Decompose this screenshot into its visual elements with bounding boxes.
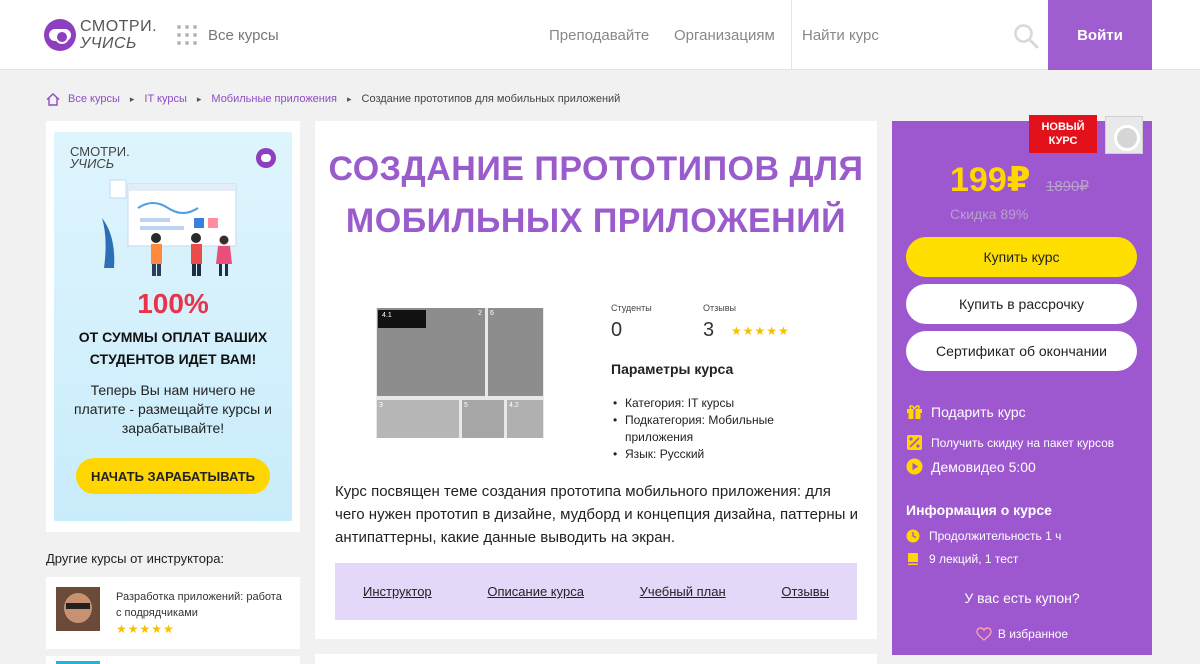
breadcrumb-current: Создание прототипов для мобильных прилож… (361, 93, 621, 105)
search-input[interactable]: Найти курс (802, 27, 879, 44)
promo-percent: 100% (137, 288, 209, 319)
course-tabs: Инструктор Описание курса Учебный план О… (335, 563, 857, 620)
book-icon (908, 553, 918, 565)
favorites-label: В избранное (997, 627, 1069, 641)
param-language: Язык: Русский (611, 446, 811, 463)
reviews-label: Отзывы (703, 303, 736, 313)
other-courses-title: Другие курсы от инструктора: (46, 551, 225, 566)
promo-headline: ОТ СУММЫ ОПЛАТ ВАШИХ СТУДЕНТОВ ИДЕТ ВАМ! (78, 329, 268, 367)
home-icon[interactable] (46, 92, 60, 106)
breadcrumb-separator-icon: ▸ (196, 93, 202, 104)
course-params-title: Параметры курса (611, 361, 734, 377)
students-label: Студенты (611, 303, 652, 313)
buy-installment-button[interactable]: Купить в рассрочку (906, 284, 1137, 324)
logo-eye-icon (44, 19, 76, 51)
site-header: СМОТРИ. УЧИСЬ Все курсы Преподавайте Орг… (0, 0, 1200, 70)
duration-label: Продолжительность 1 ч (929, 529, 1062, 543)
course-duration: Продолжительность 1 ч (906, 529, 1061, 543)
other-course-rating-stars: ★★★★★ (116, 622, 175, 636)
clock-icon (906, 529, 920, 543)
all-courses-label: Все курсы (208, 26, 279, 44)
promo-eye-icon (256, 148, 276, 168)
heart-icon (976, 627, 992, 641)
all-courses-menu[interactable]: Все курсы (176, 24, 279, 46)
add-to-favorites[interactable]: В избранное (892, 627, 1152, 641)
site-logo[interactable]: СМОТРИ. УЧИСЬ (44, 14, 158, 56)
other-course-item[interactable] (46, 656, 300, 664)
promo-logo: СМОТРИ. УЧИСЬ (70, 145, 130, 171)
course-title: СОЗДАНИЕ ПРОТОТИПОВ ДЛЯ МОБИЛЬНЫХ ПРИЛОЖ… (328, 150, 864, 240)
discount-label: Скидка 89% (950, 206, 1029, 222)
course-preview-image[interactable]: 4.1 2 6 3 5 4.2 (376, 308, 544, 438)
promo-subtext: Теперь Вы нам ничего не платите - размещ… (74, 382, 272, 436)
old-price: 1890₽ (1046, 178, 1089, 195)
preview-panel-label: 4.1 (382, 312, 392, 319)
bundle-discount-link[interactable]: Получить скидку на пакет курсов (906, 434, 1114, 451)
other-course-title[interactable]: Разработка приложений: работа с подрядчи… (116, 589, 286, 621)
login-button[interactable]: Войти (1048, 0, 1152, 70)
instructor-course-thumbnail (56, 587, 100, 631)
tab-instructor[interactable]: Инструктор (363, 584, 432, 599)
current-price: 199₽ (950, 161, 1031, 199)
preview-panel-label: 4.2 (509, 402, 519, 409)
gift-icon (907, 405, 922, 419)
tab-description[interactable]: Описание курса (487, 584, 584, 599)
logo-text-line1: СМОТРИ. (80, 18, 158, 35)
course-params-list: Категория: IT курсы Подкатегория: Мобиль… (611, 395, 811, 463)
grid-dots-icon (176, 24, 198, 46)
students-count: 0 (611, 319, 623, 341)
course-lectures: 9 лекций, 1 тест (906, 552, 1018, 566)
buy-course-button[interactable]: Купить курс (906, 237, 1137, 277)
other-course-item[interactable]: Разработка приложений: работа с подрядчи… (46, 577, 300, 649)
preview-panel-label: 2 (478, 310, 482, 317)
coupon-link[interactable]: У вас есть купон? (892, 590, 1152, 606)
demo-video-label: Демовидео 5:00 (931, 458, 1036, 475)
new-course-badge: НОВЫЙ КУРС (1029, 115, 1097, 153)
start-earning-button[interactable]: НАЧАТЬ ЗАРАБАТЫВАТЬ (76, 458, 270, 494)
preview-panel-label: 3 (379, 402, 383, 409)
certificate-button[interactable]: Сертификат об окончании (906, 331, 1137, 371)
nav-organizations-link[interactable]: Организациям (674, 27, 775, 44)
discount-icon (907, 435, 922, 450)
promo-illustration (102, 179, 237, 276)
course-info-title: Информация о курсе (906, 502, 1052, 518)
breadcrumb-it-courses[interactable]: IT курсы (144, 93, 186, 105)
tab-curriculum[interactable]: Учебный план (640, 584, 726, 599)
breadcrumb-separator-icon: ▸ (346, 93, 352, 104)
search-icon[interactable] (1013, 23, 1039, 49)
nav-teach-link[interactable]: Преподавайте (549, 27, 649, 44)
param-subcategory: Подкатегория: Мобильные приложения (611, 412, 811, 446)
preview-panel-label: 6 (490, 310, 494, 317)
preview-panel-label: 5 (464, 402, 468, 409)
gift-course-link[interactable]: Подарить курс (906, 403, 1026, 420)
reviews-count: 3 (703, 319, 715, 341)
param-category: Категория: IT курсы (611, 395, 811, 412)
bundle-discount-label: Получить скидку на пакет курсов (931, 435, 1115, 450)
instructor-avatar (1105, 116, 1143, 154)
tab-reviews[interactable]: Отзывы (781, 584, 829, 599)
breadcrumb-separator-icon: ▸ (129, 93, 135, 104)
play-icon (906, 458, 923, 475)
course-secondary-card (315, 654, 877, 664)
purchase-panel: НОВЫЙ КУРС 199₽ 1890₽ Скидка 89% Купить … (892, 115, 1152, 655)
breadcrumb-all-courses[interactable]: Все курсы (68, 93, 120, 105)
course-main-card: СОЗДАНИЕ ПРОТОТИПОВ ДЛЯ МОБИЛЬНЫХ ПРИЛОЖ… (315, 121, 877, 639)
course-rating-stars: ★★★★★ (731, 324, 790, 338)
logo-text-line2: УЧИСЬ (80, 35, 137, 52)
breadcrumb: Все курсы ▸ IT курсы ▸ Мобильные приложе… (46, 91, 620, 107)
breadcrumb-mobile-apps[interactable]: Мобильные приложения (211, 93, 337, 105)
header-divider (791, 0, 792, 70)
promo-logo-line2: УЧИСЬ (70, 156, 115, 171)
gift-course-label: Подарить курс (931, 403, 1026, 420)
course-description: Курс посвящен теме создания прототипа мо… (335, 483, 858, 546)
lectures-label: 9 лекций, 1 тест (929, 552, 1019, 566)
promo-banner[interactable]: СМОТРИ. УЧИСЬ 100% ОТ СУММЫ ОПЛАТ ВАШИХ … (46, 121, 300, 532)
demo-video-link[interactable]: Демовидео 5:00 (906, 458, 1036, 475)
